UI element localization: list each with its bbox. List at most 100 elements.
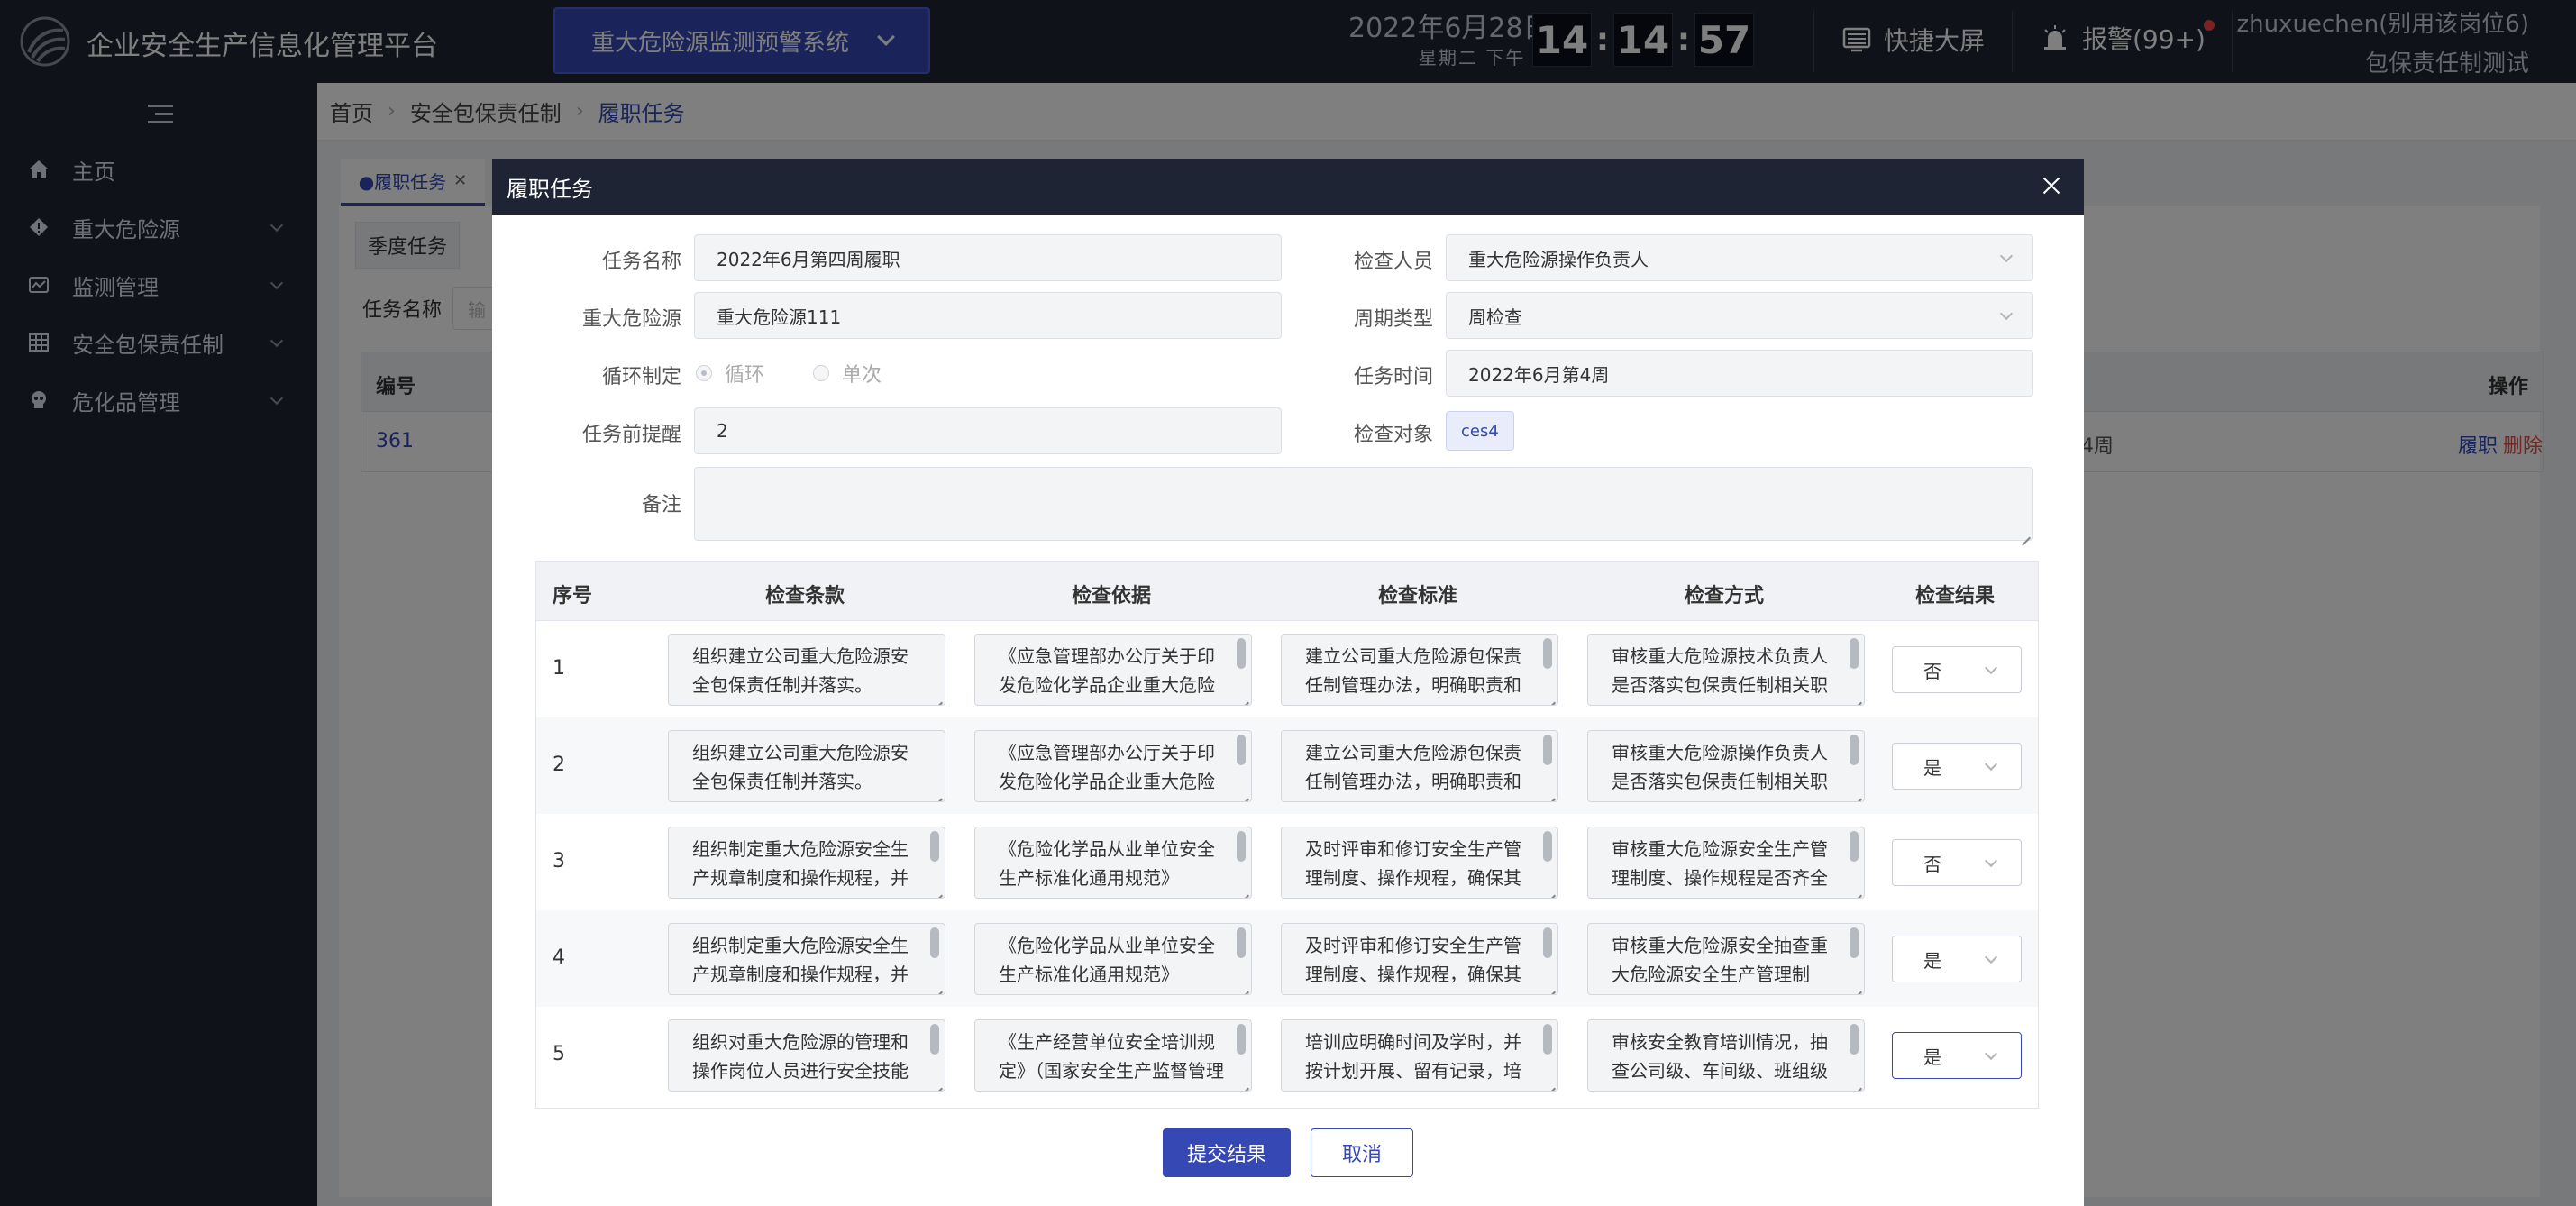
row-seq: 4 — [553, 946, 565, 969]
chevron-down-icon — [1999, 306, 2014, 321]
header-basis: 检查依据 — [1072, 585, 1152, 608]
cancel-button[interactable]: 取消 — [1311, 1128, 1413, 1177]
duty-task-modal: 履职任务 任务名称 2022年6月第四周履职 重大危险源 重大危险源111 循环… — [492, 159, 2084, 1206]
row-seq: 5 — [553, 1043, 565, 1065]
table-header: 序号 检查条款 检查依据 检查标准 检查方式 检查结果 — [536, 562, 2038, 621]
period-type-select[interactable]: 周检查 — [1446, 292, 2033, 339]
period-type-label: 周期类型 — [1353, 308, 1433, 331]
result-select[interactable]: 是 — [1892, 1032, 2022, 1079]
header-method: 检查方式 — [1685, 585, 1765, 608]
task-name-field[interactable]: 2022年6月第四周履职 — [694, 234, 1282, 281]
scrollbar[interactable] — [1543, 735, 1552, 765]
radio-circle — [696, 365, 712, 381]
scrollbar[interactable] — [1850, 1024, 1859, 1055]
once-option-label: 单次 — [842, 364, 882, 387]
header-seq: 序号 — [553, 585, 593, 608]
cycle-label: 循环制定 — [601, 366, 681, 388]
remind-field[interactable]: 2 — [694, 407, 1282, 454]
table-row: 2 组织建立公司重大危险源安全包保责任制并落实。 《应急管理部办公厅关于印发危险… — [536, 717, 2038, 814]
hazard-label: 重大危险源 — [581, 308, 681, 331]
clause-textarea[interactable]: 组织建立公司重大危险源安全包保责任制并落实。 — [668, 634, 945, 706]
close-icon[interactable] — [2039, 173, 2064, 198]
standard-textarea[interactable]: 及时评审和修订安全生产管理制度、操作规程，确保其有效性 — [1281, 827, 1558, 899]
basis-textarea[interactable]: 《生产经营单位安全培训规定》（国家安全生产监督管理总局令第 — [974, 1019, 1252, 1092]
row-seq: 2 — [553, 754, 565, 776]
header-standard: 检查标准 — [1378, 585, 1458, 608]
method-textarea[interactable]: 审核重大危险源安全生产管理制度、操作规程是否齐全 — [1587, 827, 1865, 899]
chevron-down-icon — [1984, 661, 1998, 675]
table-row: 4 组织制定重大危险源安全生产规章制度和操作规程，并采取有效措施 《危险化学品从… — [536, 910, 2038, 1007]
hazard-field[interactable]: 重大危险源111 — [694, 292, 1282, 339]
submit-button[interactable]: 提交结果 — [1163, 1128, 1291, 1177]
scrollbar[interactable] — [1543, 638, 1552, 669]
scrollbar[interactable] — [1850, 831, 1859, 862]
chevron-down-icon — [1984, 1046, 1998, 1061]
chevron-down-icon — [1984, 854, 1998, 868]
check-items-table: 序号 检查条款 检查依据 检查标准 检查方式 检查结果 1 组织建立公司重大危险… — [535, 561, 2039, 1109]
scrollbar[interactable] — [1237, 927, 1246, 958]
clause-textarea[interactable]: 组织制定重大危险源安全生产规章制度和操作规程，并采取有效措施 — [668, 827, 945, 899]
scrollbar[interactable] — [1237, 735, 1246, 765]
result-select[interactable]: 否 — [1892, 646, 2022, 693]
chevron-down-icon — [1984, 757, 1998, 772]
modal-title: 履职任务 — [507, 176, 593, 202]
period-type-value: 周检查 — [1468, 306, 1522, 328]
scrollbar[interactable] — [1543, 1024, 1552, 1055]
scrollbar[interactable] — [1543, 831, 1552, 862]
inspector-label: 检查人员 — [1353, 251, 1433, 273]
scrollbar[interactable] — [930, 927, 939, 958]
chevron-down-icon — [1984, 950, 1998, 964]
inspector-value: 重大危险源操作负责人 — [1468, 248, 1649, 270]
task-name-label: 任务名称 — [601, 251, 681, 273]
task-time-field[interactable]: 2022年6月第4周 — [1446, 350, 2033, 397]
clause-textarea[interactable]: 组织建立公司重大危险源安全包保责任制并落实。 — [668, 730, 945, 802]
result-select[interactable]: 是 — [1892, 936, 2022, 982]
table-row: 1 组织建立公司重大危险源安全包保责任制并落实。 《应急管理部办公厅关于印发危险… — [536, 621, 2038, 717]
cycle-option-label: 循环 — [725, 364, 765, 387]
scrollbar[interactable] — [1850, 735, 1859, 765]
scrollbar[interactable] — [1543, 927, 1552, 958]
standard-textarea[interactable]: 及时评审和修订安全生产管理制度、操作规程，确保其有效性 — [1281, 923, 1558, 995]
basis-textarea[interactable]: 《应急管理部办公厅关于印发危险化学品企业重大危险源安全包保责任 — [974, 730, 1252, 802]
scrollbar[interactable] — [1237, 638, 1246, 669]
standard-textarea[interactable]: 建立公司重大危险源包保责任制管理办法，明确职责和保障措施 — [1281, 634, 1558, 706]
remark-label: 备注 — [641, 494, 681, 516]
header-result: 检查结果 — [1915, 585, 1996, 608]
scrollbar[interactable] — [1237, 1024, 1246, 1055]
standard-textarea[interactable]: 培训应明确时间及学时，并按计划开展、留有记录，培训考核合格 — [1281, 1019, 1558, 1092]
chevron-down-icon — [1999, 249, 2014, 263]
method-textarea[interactable]: 审核重大危险源技术负责人是否落实包保责任制相关职责 — [1587, 634, 1865, 706]
target-label: 检查对象 — [1353, 424, 1433, 446]
result-select[interactable]: 否 — [1892, 839, 2022, 886]
target-tag[interactable]: ces4 — [1446, 411, 1514, 451]
standard-textarea[interactable]: 建立公司重大危险源包保责任制管理办法，明确职责和保障措施 — [1281, 730, 1558, 802]
remind-label: 任务前提醒 — [581, 424, 681, 446]
header-clause: 检查条款 — [765, 585, 845, 608]
once-radio[interactable]: 单次 — [813, 359, 882, 388]
row-seq: 1 — [553, 657, 565, 680]
scrollbar[interactable] — [1850, 927, 1859, 958]
method-textarea[interactable]: 审核重大危险源操作负责人是否落实包保责任制相关职责 — [1587, 730, 1865, 802]
scrollbar[interactable] — [930, 831, 939, 862]
scrollbar[interactable] — [1850, 638, 1859, 669]
resize-handle-icon[interactable] — [2020, 527, 2031, 538]
table-row: 3 组织制定重大危险源安全生产规章制度和操作规程，并采取有效措施 《危险化学品从… — [536, 814, 2038, 910]
row-seq: 3 — [553, 850, 565, 873]
inspector-select[interactable]: 重大危险源操作负责人 — [1446, 234, 2033, 281]
result-select[interactable]: 是 — [1892, 743, 2022, 790]
clause-textarea[interactable]: 组织制定重大危险源安全生产规章制度和操作规程，并采取有效措施 — [668, 923, 945, 995]
basis-textarea[interactable]: 《应急管理部办公厅关于印发危险化学品企业重大危险源安全包保责任 — [974, 634, 1252, 706]
scrollbar[interactable] — [1237, 831, 1246, 862]
clause-textarea[interactable]: 组织对重大危险源的管理和操作岗位人员进行安全技能培训 — [668, 1019, 945, 1092]
cycle-radio[interactable]: 循环 — [696, 359, 764, 388]
radio-circle — [813, 365, 829, 381]
basis-textarea[interactable]: 《危险化学品从业单位安全生产标准化通用规范》 — [974, 923, 1252, 995]
table-row: 5 组织对重大危险源的管理和操作岗位人员进行安全技能培训 《生产经营单位安全培训… — [536, 1007, 2038, 1103]
method-textarea[interactable]: 审核重大危险源安全抽查重大危险源安全生产管理制度、操作规程 — [1587, 923, 1865, 995]
basis-textarea[interactable]: 《危险化学品从业单位安全生产标准化通用规范》 — [974, 827, 1252, 899]
modal-header: 履职任务 — [492, 159, 2084, 215]
task-time-label: 任务时间 — [1353, 366, 1433, 388]
method-textarea[interactable]: 审核安全教育培训情况，抽查公司级、车间级、班组级安全教育 — [1587, 1019, 1865, 1092]
remark-textarea[interactable] — [694, 467, 2033, 541]
scrollbar[interactable] — [930, 1024, 939, 1055]
